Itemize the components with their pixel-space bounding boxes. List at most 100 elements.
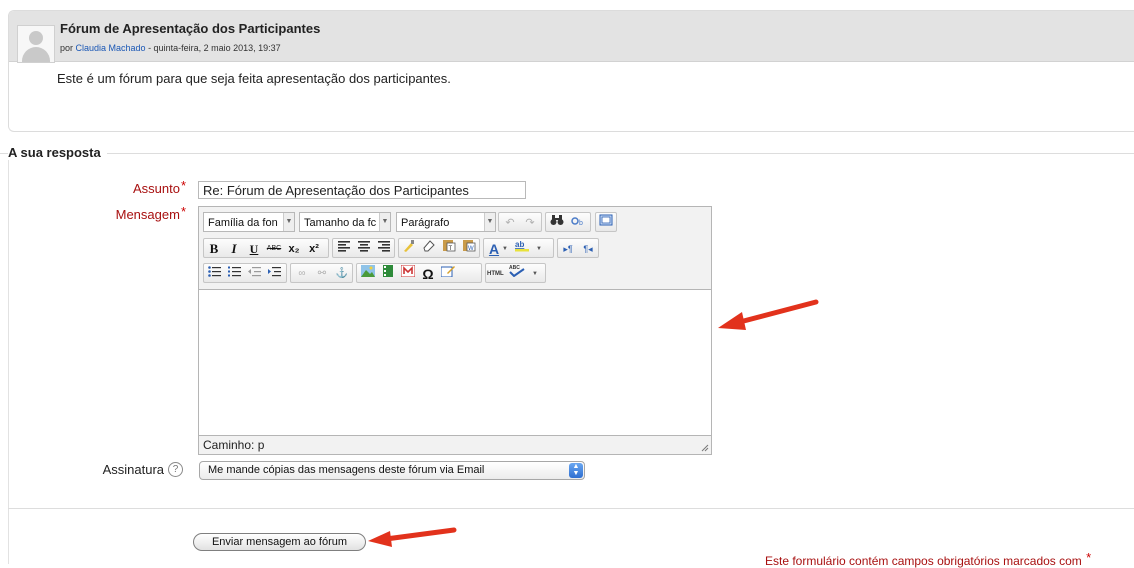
paste-word-icon[interactable]: W [459,239,479,259]
svg-text:b: b [579,220,583,226]
html-icon[interactable]: HTML [487,264,504,284]
svg-text:ABC: ABC [509,265,520,271]
list-group [203,263,287,283]
bold-button[interactable]: B [204,239,224,259]
media-icon[interactable] [378,264,398,284]
message-label-text: Mensagem [115,207,180,222]
chevron-down-icon: ▼ [484,213,495,231]
message-edit-area[interactable] [199,289,711,436]
toolbar-row-3: ∞ ⚯ ⚓ Ω HTML ABC ▼ [203,263,711,285]
chevron-down-icon[interactable]: ▼ [500,239,510,259]
required-asterisk: * [1086,550,1092,565]
subject-label-text: Assunto [132,181,180,196]
fullscreen-group [595,212,617,232]
toolbar-row-1: Família da fon ▼ Tamanho da fc ▼ Parágra… [203,212,711,234]
help-icon[interactable]: ? [168,462,183,477]
svg-text:T: T [449,246,453,252]
avatar-body-icon [22,47,50,62]
bullet-list-icon[interactable] [204,264,224,284]
editor-path: Caminho: p [203,438,265,452]
underline-button[interactable]: U [244,239,264,259]
fieldset-rule [0,153,1134,154]
anchor-icon[interactable]: ⚓ [332,264,352,284]
required-fields-note: Este formulário contém campos obrigatóri… [765,550,1092,568]
numbered-list-icon[interactable] [224,264,244,284]
image-icon[interactable] [358,264,378,284]
annotation-arrow-icon [368,527,457,547]
signature-label: Assinatura [102,462,164,477]
format-select[interactable]: Parágrafo ▼ [396,212,496,232]
post-author-link[interactable]: Claudia Machado [76,43,146,53]
submit-post-button[interactable]: Enviar mensagem ao fórum [193,533,366,551]
superscript-button[interactable]: x² [304,239,324,259]
redo-icon[interactable]: ↷ [520,213,540,233]
post-body: Este é um fórum para que seja feita apre… [57,71,451,86]
link-group: ∞ ⚯ ⚓ [290,263,353,283]
font-family-value: Família da fon [208,217,278,229]
subscript-button[interactable]: x₂ [284,239,304,259]
avatar[interactable] [17,25,55,63]
special-char-icon[interactable]: Ω [418,264,438,284]
unlink-icon[interactable]: ⚯ [312,264,332,284]
post-by-prefix: por [60,43,76,53]
alignment-group [332,238,395,258]
svg-text:ab: ab [515,240,524,249]
font-family-select[interactable]: Família da fon ▼ [203,212,295,232]
signature-select[interactable]: Me mande cópias das mensagens deste fóru… [199,461,585,480]
post-date: - quinta-feira, 2 maio 2013, 19:37 [145,43,281,53]
cleanup-icon[interactable] [399,239,419,259]
align-center-icon[interactable] [354,239,374,259]
message-label: Mensagem* [80,204,186,222]
post-header: Fórum de Apresentação dos Participantes … [9,11,1134,63]
edit-html-icon[interactable] [438,264,458,284]
form-divider [8,508,1134,509]
subject-label: Assunto* [100,178,186,196]
rtl-icon[interactable]: ¶◂ [578,239,598,259]
svg-text:W: W [468,246,474,252]
undo-icon[interactable]: ↶ [500,213,520,233]
forum-post: Fórum de Apresentação dos Participantes … [8,10,1134,132]
rich-text-editor: Família da fon ▼ Tamanho da fc ▼ Parágra… [198,206,712,455]
required-asterisk: * [180,204,186,219]
eraser-icon[interactable] [419,239,439,259]
required-asterisk: * [180,178,186,193]
subject-input[interactable] [198,181,526,199]
chevron-down-icon[interactable]: ▼ [534,239,544,259]
insert-group: Ω [356,263,482,283]
replace-icon[interactable]: b [568,213,588,233]
outdent-icon[interactable] [244,264,264,284]
align-right-icon[interactable] [374,239,394,259]
toolbar-row-2: B I U ABC x₂ x² T W A ▼ ab ▼ ▸¶ ¶◂ [203,238,711,260]
font-size-value: Tamanho da fc [304,217,377,229]
required-fields-note-text: Este formulário contém campos obrigatóri… [765,554,1082,568]
ltr-icon[interactable]: ▸¶ [558,239,578,259]
resize-handle-icon[interactable] [699,442,709,452]
chevron-down-icon: ▼ [379,213,390,231]
signature-select-value: Me mande cópias das mensagens deste fóru… [208,464,485,476]
post-meta: por Claudia Machado - quinta-feira, 2 ma… [60,43,281,53]
chevron-down-icon: ▼ [283,213,294,231]
moodle-media-icon[interactable] [398,264,418,284]
spellcheck-icon[interactable]: ABC [506,264,528,284]
direction-group: ▸¶ ¶◂ [557,238,599,258]
fieldset-left-rule [8,153,9,564]
select-spinner-icon: ▲ ▼ [569,463,583,478]
indent-icon[interactable] [264,264,284,284]
highlight-color-icon[interactable]: ab [512,239,532,259]
fullscreen-icon[interactable] [596,213,616,233]
annotation-arrow-icon [718,299,819,330]
italic-button[interactable]: I [224,239,244,259]
strikethrough-button[interactable]: ABC [264,239,284,259]
spellcheck-group: HTML ABC ▼ [485,263,546,283]
font-size-select[interactable]: Tamanho da fc ▼ [299,212,391,232]
color-group: A ▼ ab ▼ [483,238,554,258]
undo-redo-group: ↶ ↷ [498,212,542,232]
chevron-down-icon[interactable]: ▼ [530,264,540,284]
binoculars-icon[interactable] [547,213,567,233]
format-value: Parágrafo [401,217,450,229]
paste-text-icon[interactable]: T [439,239,459,259]
reply-legend: A sua resposta [8,145,107,160]
avatar-head-icon [29,31,43,45]
link-icon[interactable]: ∞ [292,264,312,284]
align-left-icon[interactable] [334,239,354,259]
